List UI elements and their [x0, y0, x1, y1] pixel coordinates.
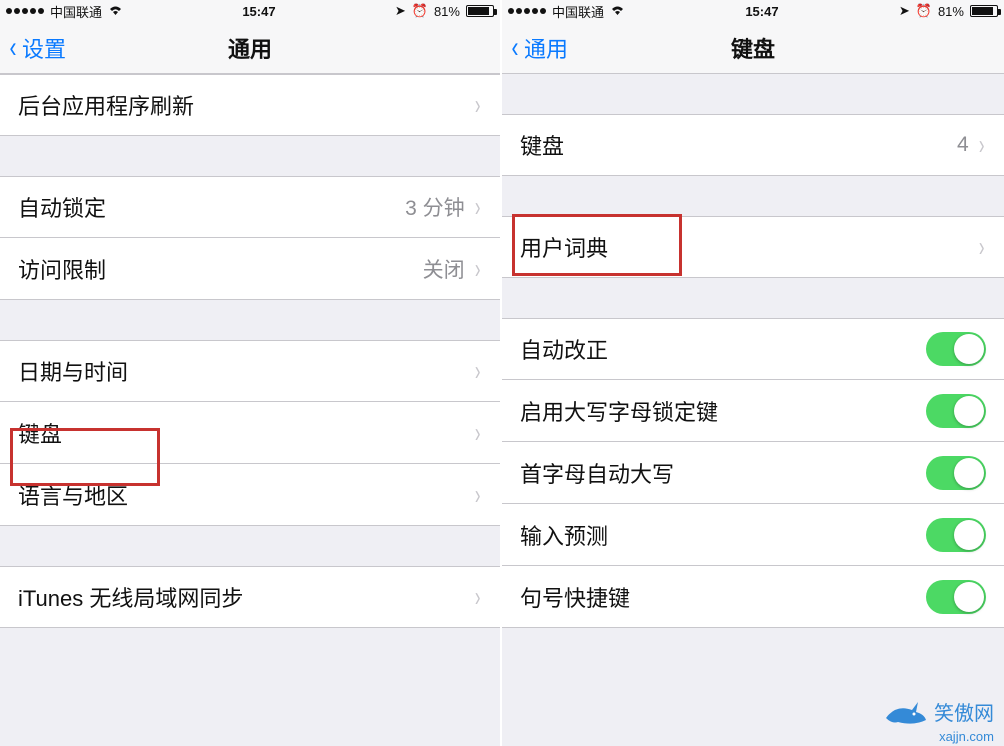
chevron-right-icon: ›	[475, 581, 481, 613]
battery-icon	[466, 5, 494, 17]
row-keyboards[interactable]: 键盘 4 ›	[502, 114, 1004, 176]
nav-bar: ‹ 通用 键盘	[502, 22, 1004, 74]
chevron-right-icon: ›	[475, 417, 481, 449]
row-date-time[interactable]: 日期与时间 ›	[0, 340, 500, 402]
clock-label: 15:47	[745, 4, 778, 19]
nav-bar: ‹ 设置 通用	[0, 22, 500, 74]
battery-icon	[970, 5, 998, 17]
chevron-right-icon: ›	[475, 355, 481, 387]
chevron-left-icon: ‹	[512, 33, 519, 63]
back-button[interactable]: ‹ 设置	[8, 22, 66, 73]
status-bar: 中国联通 15:47 ➤ ⏰ 81%	[0, 0, 500, 22]
keyboard-settings-list: 键盘 4 › 用户词典 › 自动改正 启用大写字母锁定键 首字母自动大写	[502, 74, 1004, 746]
alarm-icon: ⏰	[412, 3, 428, 19]
wifi-icon	[610, 4, 625, 19]
chevron-right-icon: ›	[475, 191, 481, 223]
chevron-right-icon: ›	[475, 253, 481, 285]
back-label: 设置	[22, 32, 66, 64]
row-caps-lock: 启用大写字母锁定键	[502, 380, 1004, 442]
right-screenshot: 中国联通 15:47 ➤ ⏰ 81% ‹ 通用 键盘 键盘	[502, 0, 1004, 746]
toggle-auto-correct[interactable]	[926, 332, 986, 366]
signal-dots-icon	[6, 8, 44, 14]
page-title: 通用	[228, 32, 272, 64]
back-button[interactable]: ‹ 通用	[510, 22, 568, 73]
wifi-icon	[108, 4, 123, 19]
toggle-period-shortcut[interactable]	[926, 580, 986, 614]
carrier-label: 中国联通	[552, 2, 604, 21]
row-itunes-wifi-sync[interactable]: iTunes 无线局域网同步 ›	[0, 566, 500, 628]
location-icon: ➤	[899, 3, 910, 19]
alarm-icon: ⏰	[916, 3, 932, 19]
battery-pct: 81%	[434, 4, 460, 19]
row-auto-capitalize: 首字母自动大写	[502, 442, 1004, 504]
chevron-right-icon: ›	[475, 479, 481, 511]
signal-dots-icon	[508, 8, 546, 14]
chevron-right-icon: ›	[979, 231, 985, 263]
row-auto-correct: 自动改正	[502, 318, 1004, 380]
chevron-right-icon: ›	[475, 89, 481, 121]
chevron-left-icon: ‹	[10, 33, 17, 63]
chevron-right-icon: ›	[979, 129, 985, 161]
left-screenshot: 中国联通 15:47 ➤ ⏰ 81% ‹ 设置 通用 后台应用程序刷新	[0, 0, 502, 746]
clock-label: 15:47	[242, 4, 275, 19]
page-title: 键盘	[731, 32, 775, 64]
row-predictive: 输入预测	[502, 504, 1004, 566]
back-label: 通用	[524, 32, 568, 64]
toggle-auto-caps[interactable]	[926, 456, 986, 490]
row-user-dictionary[interactable]: 用户词典 ›	[502, 216, 1004, 278]
row-keyboard[interactable]: 键盘 ›	[0, 402, 500, 464]
location-icon: ➤	[395, 3, 406, 19]
row-period-shortcut: 句号快捷键	[502, 566, 1004, 628]
carrier-label: 中国联通	[50, 2, 102, 21]
toggle-caps-lock[interactable]	[926, 394, 986, 428]
row-restrictions[interactable]: 访问限制 关闭 ›	[0, 238, 500, 300]
battery-pct: 81%	[938, 4, 964, 19]
row-auto-lock[interactable]: 自动锁定 3 分钟 ›	[0, 176, 500, 238]
row-background-app-refresh[interactable]: 后台应用程序刷新 ›	[0, 74, 500, 136]
row-language-region[interactable]: 语言与地区 ›	[0, 464, 500, 526]
settings-list: 后台应用程序刷新 › 自动锁定 3 分钟 › 访问限制 关闭 › 日期与时间 ›…	[0, 74, 500, 746]
toggle-predictive[interactable]	[926, 518, 986, 552]
status-bar: 中国联通 15:47 ➤ ⏰ 81%	[502, 0, 1004, 22]
